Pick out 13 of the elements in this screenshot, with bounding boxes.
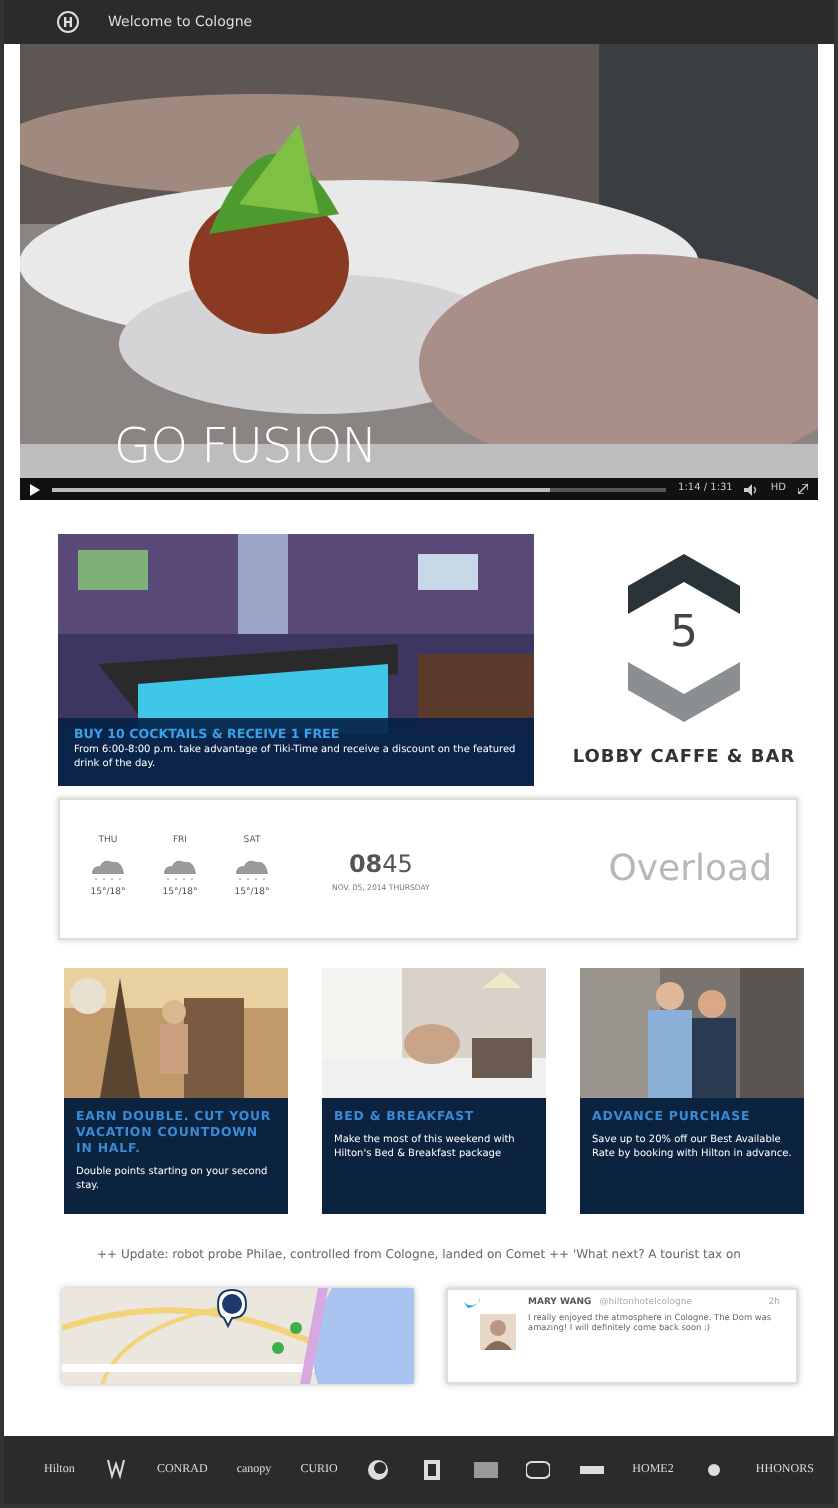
rain-cloud-icon [160, 858, 200, 880]
clock-time: 0845 [348, 847, 413, 882]
venue-name: LOBBY CAFFE & BAR [572, 745, 796, 772]
video-caption: GO FUSION [114, 416, 377, 478]
rain-cloud-icon [232, 858, 272, 880]
play-icon [30, 483, 40, 495]
volume-icon [744, 483, 759, 495]
fullscreen-icon [798, 484, 808, 494]
rain-cloud-icon [88, 858, 128, 880]
avatar-icon [480, 1314, 516, 1350]
logo-icon [56, 10, 80, 34]
overload-label: Overload [608, 846, 772, 894]
venue-number: 5 [668, 609, 700, 658]
